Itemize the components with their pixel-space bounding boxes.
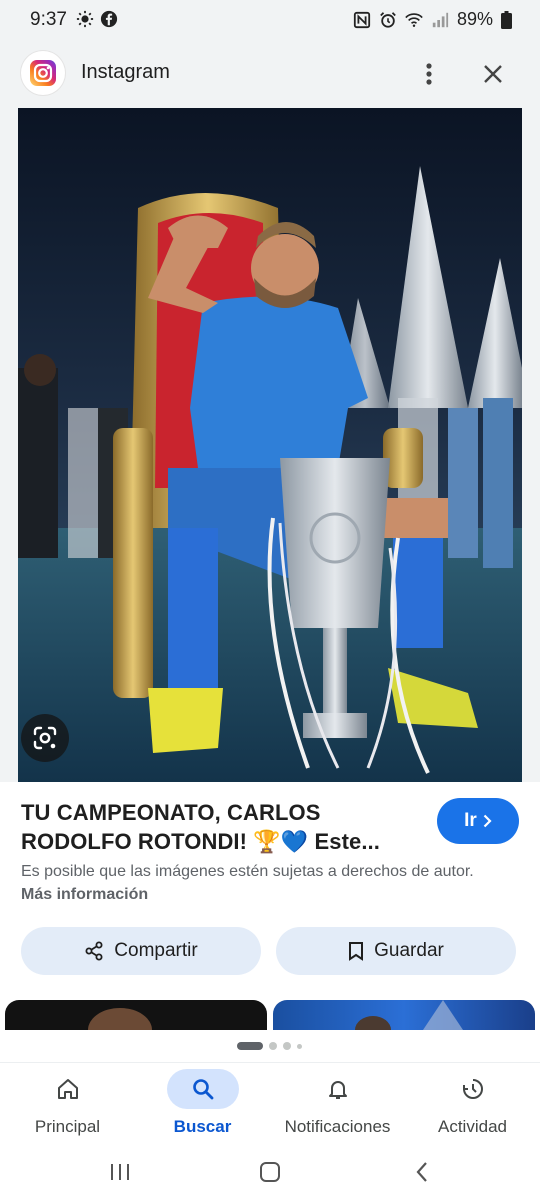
pagination-dot xyxy=(297,1043,302,1049)
image-viewer xyxy=(0,108,540,782)
lens-icon xyxy=(33,726,57,750)
pagination-dot-active xyxy=(237,1042,263,1050)
result-image[interactable] xyxy=(18,108,522,782)
status-bar: 9:37 89% xyxy=(0,0,540,40)
instagram-logo-icon xyxy=(21,51,65,95)
pagination-dots xyxy=(237,1042,302,1050)
nav-label: Principal xyxy=(34,1117,101,1136)
result-title[interactable]: TU CAMPEONATO, CARLOS RODOLFO ROTONDI! 🏆… xyxy=(21,798,411,856)
nav-item-principal[interactable]: Principal xyxy=(0,1063,135,1147)
battery-percentage: 89% xyxy=(456,9,493,29)
pagination-dot xyxy=(283,1042,291,1050)
signal-icon xyxy=(432,12,449,27)
close-button[interactable] xyxy=(478,59,508,89)
alarm-icon xyxy=(380,11,396,28)
app-bar: Instagram xyxy=(0,40,540,108)
nav-item-notificaciones[interactable]: Notificaciones xyxy=(270,1063,405,1147)
bottom-navigation: Principal Buscar Notificaciones Activida… xyxy=(0,1062,540,1147)
share-icon xyxy=(85,941,103,961)
nav-label: Notificaciones xyxy=(284,1117,391,1136)
wifi-icon xyxy=(405,12,423,27)
share-label: Compartir xyxy=(114,940,198,961)
activity-icon xyxy=(462,1079,483,1099)
result-title-line1: TU CAMPEONATO, CARLOS xyxy=(21,800,321,825)
home-icon xyxy=(57,1079,78,1099)
save-button[interactable]: Guardar xyxy=(276,927,516,975)
back-button[interactable] xyxy=(402,1156,442,1188)
nav-label: Actividad xyxy=(438,1117,507,1136)
visit-label: Ir xyxy=(464,810,477,831)
nav-label: Buscar xyxy=(173,1117,232,1136)
nfc-icon xyxy=(353,11,371,28)
search-icon xyxy=(192,1079,213,1100)
home-button[interactable] xyxy=(250,1156,290,1188)
more-vert-icon xyxy=(426,63,432,85)
pagination-dot xyxy=(269,1042,277,1050)
status-time: 9:37 xyxy=(30,9,67,30)
bell-icon xyxy=(328,1081,347,1099)
close-icon xyxy=(484,65,502,83)
related-image-thumbnail[interactable] xyxy=(273,1000,535,1030)
more-info-link[interactable]: Más información xyxy=(21,886,148,903)
copyright-notice: Es posible que las imágenes estén sujeta… xyxy=(21,860,501,906)
facebook-icon xyxy=(100,10,118,28)
brightness-icon xyxy=(76,10,94,28)
save-label: Guardar xyxy=(374,940,444,961)
nav-item-buscar[interactable]: Buscar xyxy=(135,1063,270,1147)
back-icon xyxy=(416,1162,427,1182)
battery-icon xyxy=(501,10,512,29)
recents-button[interactable] xyxy=(100,1156,140,1188)
chevron-right-icon xyxy=(483,814,492,828)
system-navigation-bar xyxy=(0,1146,540,1200)
share-button[interactable]: Compartir xyxy=(21,927,261,975)
result-title-line2: RODOLFO ROTONDI! 🏆💙 Este... xyxy=(21,829,380,854)
recents-icon xyxy=(111,1164,129,1180)
related-image-thumbnail[interactable] xyxy=(5,1000,267,1030)
nav-item-actividad[interactable]: Actividad xyxy=(405,1063,540,1147)
home-square-icon xyxy=(260,1162,280,1182)
more-options-button[interactable] xyxy=(416,60,442,88)
source-title: Instagram xyxy=(81,61,170,83)
visit-button[interactable]: Ir xyxy=(437,798,519,844)
bookmark-icon xyxy=(349,942,364,961)
lens-search-button[interactable] xyxy=(21,714,69,762)
copyright-text: Es posible que las imágenes estén sujeta… xyxy=(21,863,474,880)
